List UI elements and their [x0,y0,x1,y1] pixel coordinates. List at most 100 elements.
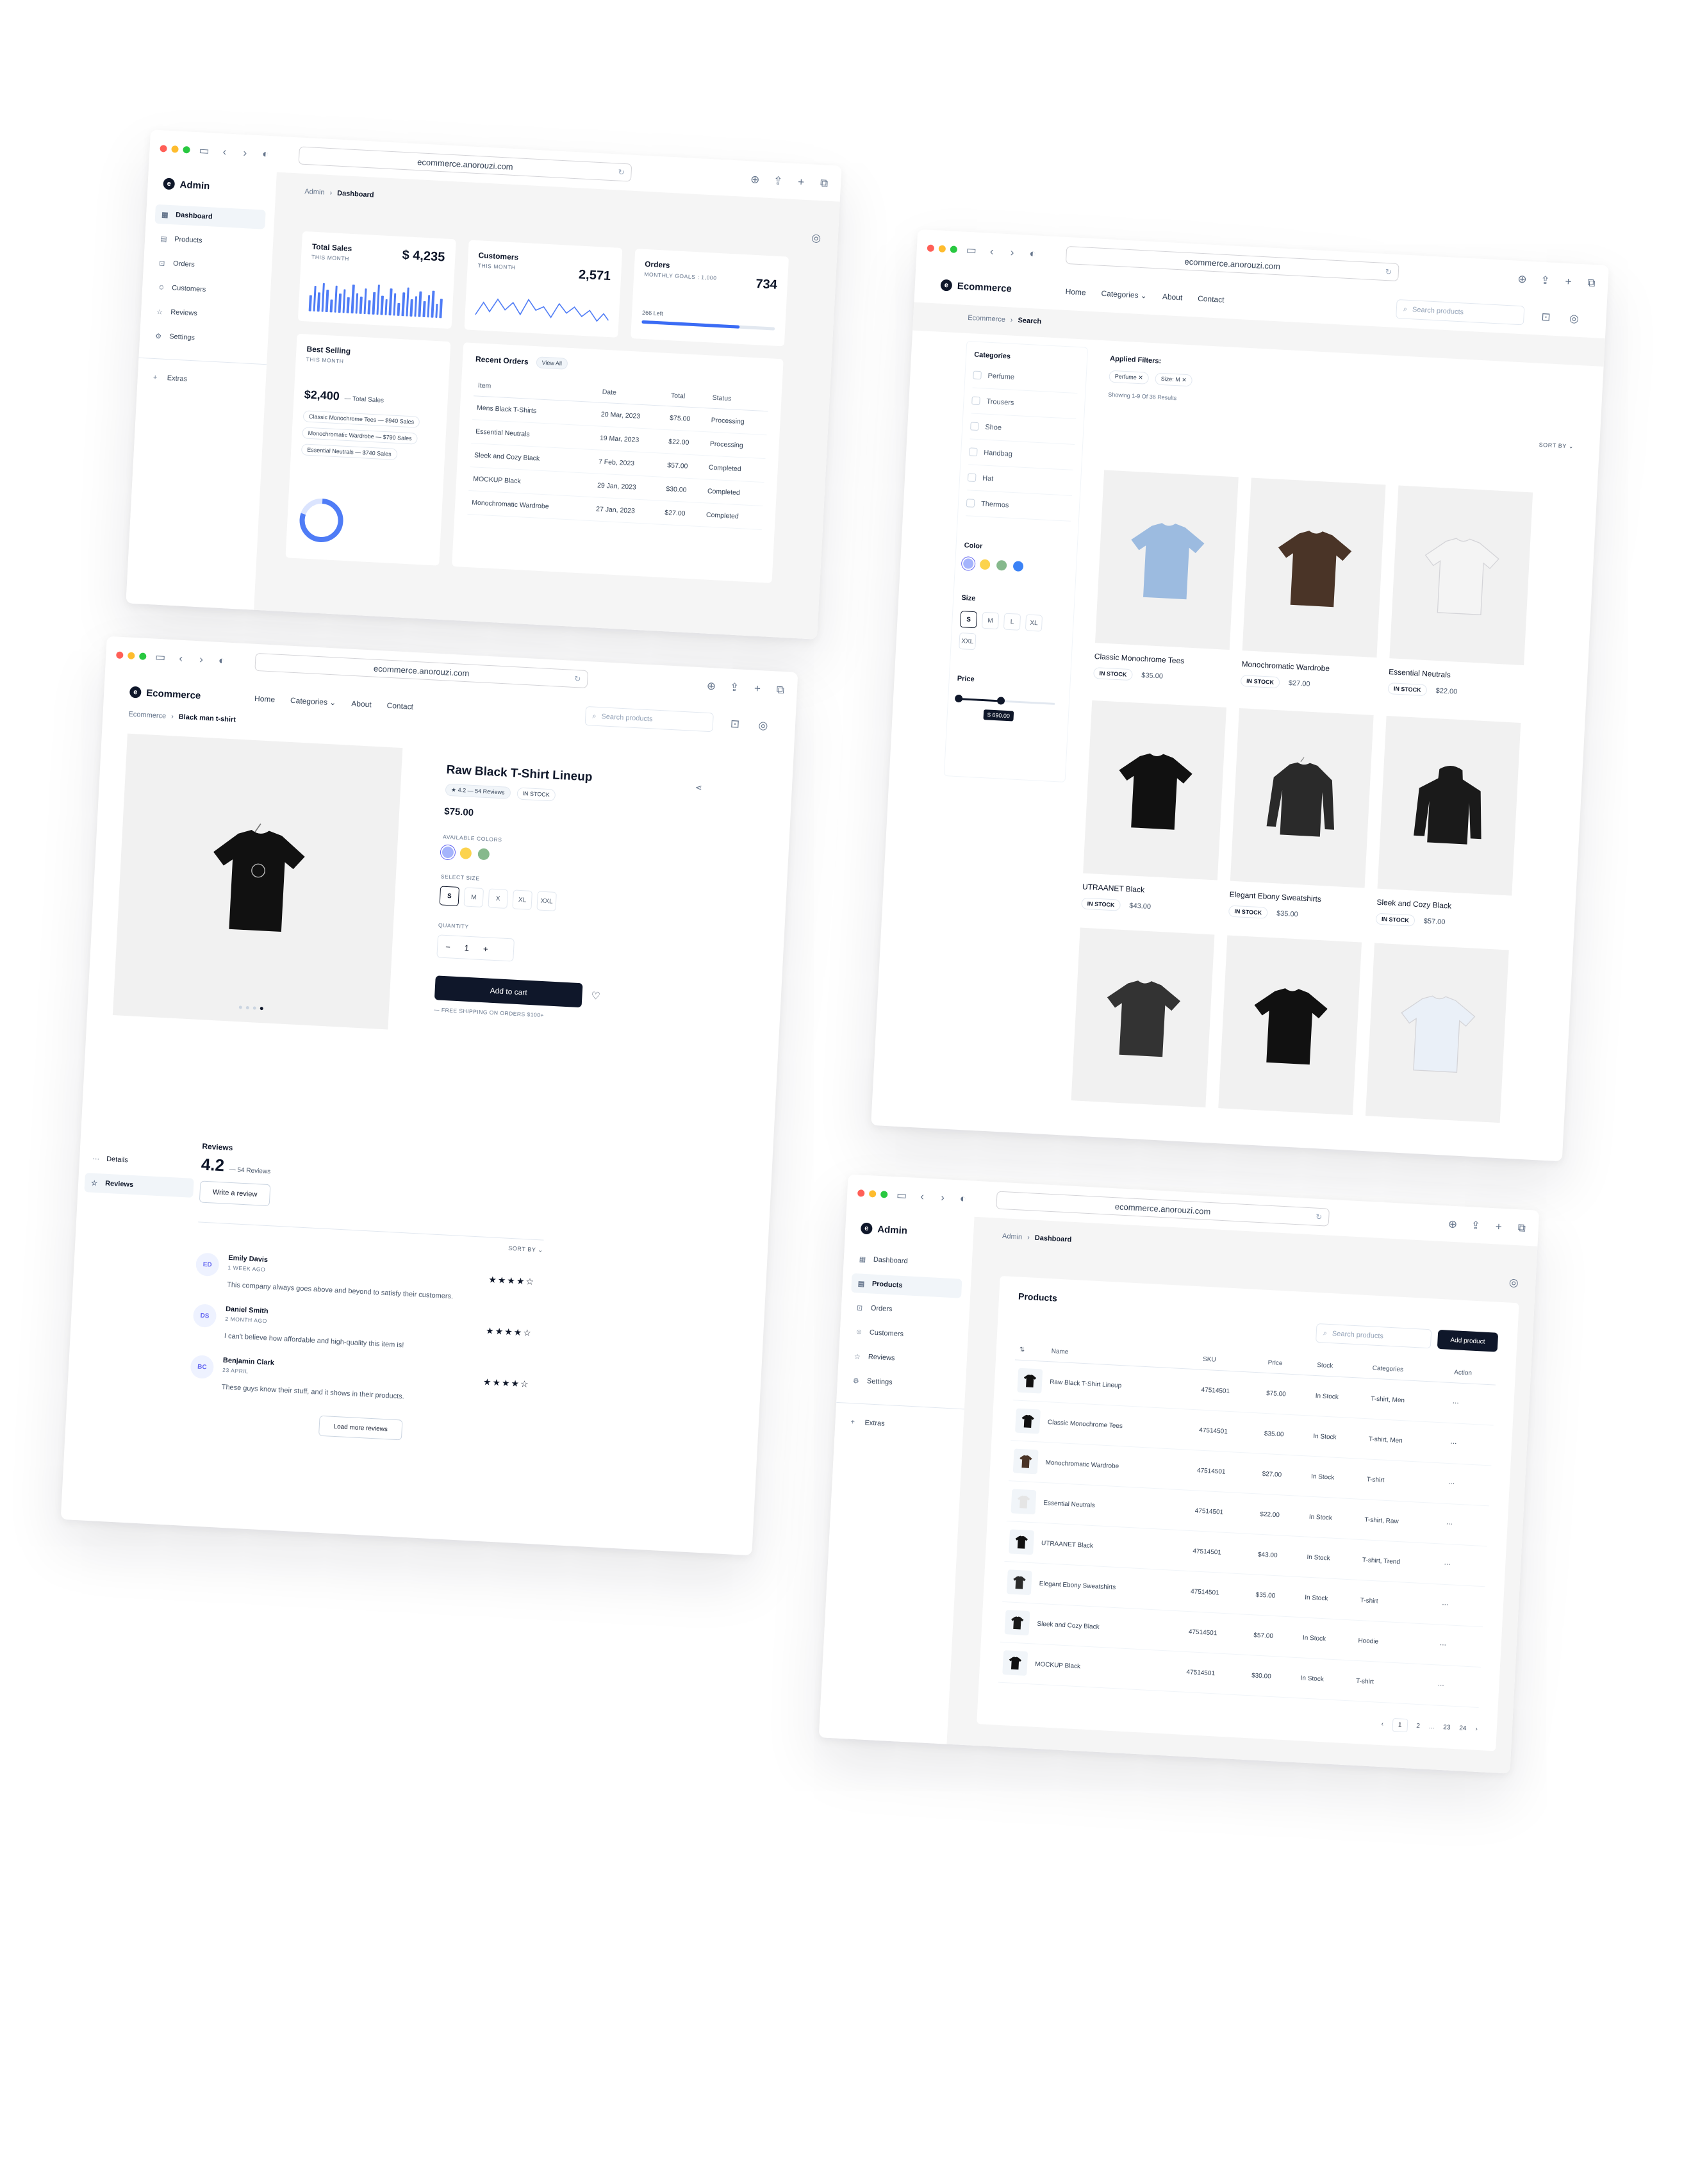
sidebar-item-dashboard[interactable]: ▦ Dashboard [852,1249,963,1274]
shop-brand[interactable]: e Ecommerce [129,686,201,702]
product-card[interactable]: Classic Monochrome Tees IN STOCK $35.00 [1093,470,1239,686]
size-option[interactable]: XXL [959,632,977,650]
view-all-button[interactable]: View All [536,356,568,370]
shield-icon[interactable]: ◐ [1026,247,1039,260]
size-option[interactable]: X [488,888,509,909]
more-icon[interactable]: ⋯ [1439,1544,1487,1587]
forward-icon[interactable]: › [936,1191,950,1203]
product-card[interactable] [1365,943,1509,1123]
color-swatch[interactable] [442,846,454,859]
share-icon[interactable]: ⇪ [1469,1219,1483,1232]
sidebar-toggle-icon[interactable]: ▭ [964,244,978,256]
breadcrumb-root[interactable]: Ecommerce [128,711,166,720]
sidebar-item-reviews[interactable]: ☆ Reviews [847,1346,958,1371]
category-checkbox[interactable]: Thermos [966,490,1072,522]
sidebar-item-extras[interactable]: + Extras [146,367,257,392]
user-icon[interactable]: ◎ [809,231,823,244]
load-more-button[interactable]: Load more reviews [318,1415,403,1441]
more-icon[interactable]: ⋯ [1437,1584,1485,1627]
sidebar-toggle-icon[interactable]: ▭ [154,650,167,663]
forward-icon[interactable]: › [1005,246,1019,258]
close-icon[interactable]: ✕ [1182,377,1187,383]
price-slider[interactable]: $ 690.00 [954,694,1061,722]
minus-button[interactable]: − [445,942,450,952]
color-swatch[interactable] [996,559,1007,571]
forward-icon[interactable]: › [195,653,208,665]
product-search-input[interactable]: ⌕ Search products [1316,1323,1432,1349]
sidebar-item-dashboard[interactable]: ▦ Dashboard [154,204,266,229]
nav-categories[interactable]: Categories ⌄ [290,696,336,707]
nav-home[interactable]: Home [254,694,276,704]
traffic-lights[interactable] [927,244,958,253]
page-link[interactable]: 1 [1392,1717,1408,1733]
page-link[interactable]: 24 [1459,1725,1467,1732]
slider-handle-max[interactable] [996,697,1005,705]
sidebar-item-settings[interactable]: ⚙ Settings [846,1371,957,1396]
nav-home[interactable]: Home [1065,287,1086,297]
sidebar-item-extras[interactable]: + Extras [844,1412,955,1437]
sort-icon[interactable]: ⇅ [1014,1339,1048,1362]
write-review-button[interactable]: Write a review [199,1180,271,1207]
back-icon[interactable]: ‹ [916,1190,929,1202]
page-link[interactable]: 2 [1416,1723,1420,1730]
size-option[interactable]: M [981,611,1000,630]
traffic-lights[interactable] [160,144,190,153]
more-icon[interactable]: ⋯ [1432,1664,1481,1708]
chevron-left-icon[interactable]: ‹ [1381,1721,1383,1728]
heart-icon[interactable]: ♡ [591,989,600,1003]
new-tab-icon[interactable]: + [751,682,764,694]
download-icon[interactable]: ⊕ [1446,1218,1460,1230]
size-option[interactable]: S [959,611,978,629]
product-card[interactable] [1218,935,1362,1116]
product-card[interactable]: Monochromatic Wardrobe IN STOCK $27.00 [1240,477,1386,693]
breadcrumb-root[interactable]: Ecommerce [968,314,1005,324]
reload-icon[interactable]: ↻ [1385,267,1392,277]
sidebar-item-orders[interactable]: ⊡ Orders [850,1298,961,1323]
back-icon[interactable]: ‹ [174,652,188,664]
sidebar-toggle-icon[interactable]: ▭ [895,1189,909,1202]
nav-categories[interactable]: Categories ⌄ [1101,289,1147,301]
color-swatch[interactable] [1012,561,1024,572]
back-icon[interactable]: ‹ [985,245,998,257]
cart-icon[interactable]: ⊡ [729,717,742,730]
more-icon[interactable]: ⋯ [1448,1382,1496,1426]
tabs-icon[interactable]: ⧉ [818,177,831,190]
user-icon[interactable]: ◎ [757,719,770,732]
sidebar-item-products[interactable]: ▤ Products [851,1273,962,1298]
shield-icon[interactable]: ◐ [957,1192,970,1205]
share-icon[interactable]: ⇪ [772,174,785,187]
cart-icon[interactable]: ⊡ [1539,310,1553,323]
breadcrumb-root[interactable]: Admin [304,188,325,197]
nav-about[interactable]: About [1162,292,1183,302]
nav-contact[interactable]: Contact [386,701,413,711]
size-option[interactable]: XXL [536,891,557,911]
product-card[interactable]: UTRAANET Black IN STOCK $43.00 [1081,700,1226,916]
more-icon[interactable]: ⋯ [1435,1624,1483,1667]
close-icon[interactable]: ✕ [1138,374,1143,381]
color-swatch[interactable] [459,847,472,859]
page-link[interactable]: ... [1429,1723,1435,1730]
sidebar-item-products[interactable]: ▤ Products [153,229,264,254]
color-swatch[interactable] [962,558,974,569]
tabs-icon[interactable]: ⧉ [774,683,788,696]
breadcrumb-root[interactable]: Admin [1002,1232,1023,1241]
sidebar-item-customers[interactable]: ☺ Customers [848,1322,959,1347]
add-to-cart-button[interactable]: Add to cart [434,975,583,1008]
traffic-lights[interactable] [857,1189,888,1198]
product-card[interactable]: Elegant Ebony Sweatshirts IN STOCK $35.00 [1228,707,1374,924]
back-icon[interactable]: ‹ [218,145,231,158]
size-option[interactable]: XL [1025,614,1043,632]
color-swatch[interactable] [979,559,991,570]
tabs-icon[interactable]: ⧉ [1585,276,1598,289]
size-option[interactable]: XL [512,889,532,910]
shield-icon[interactable]: ◐ [215,654,229,666]
reload-icon[interactable]: ↻ [618,168,625,178]
sidebar-item-customers[interactable]: ☺ Customers [151,277,261,302]
shield-icon[interactable]: ◐ [259,147,272,160]
slider-handle-min[interactable] [954,694,963,703]
more-icon[interactable]: ⋯ [1441,1503,1490,1546]
add-product-button[interactable]: Add product [1437,1329,1499,1352]
search-input[interactable]: ⌕ Search products [1396,299,1525,326]
user-icon[interactable]: ◎ [1507,1277,1521,1289]
product-card[interactable]: Sleek and Cozy Black IN STOCK $57.00 [1375,716,1521,932]
